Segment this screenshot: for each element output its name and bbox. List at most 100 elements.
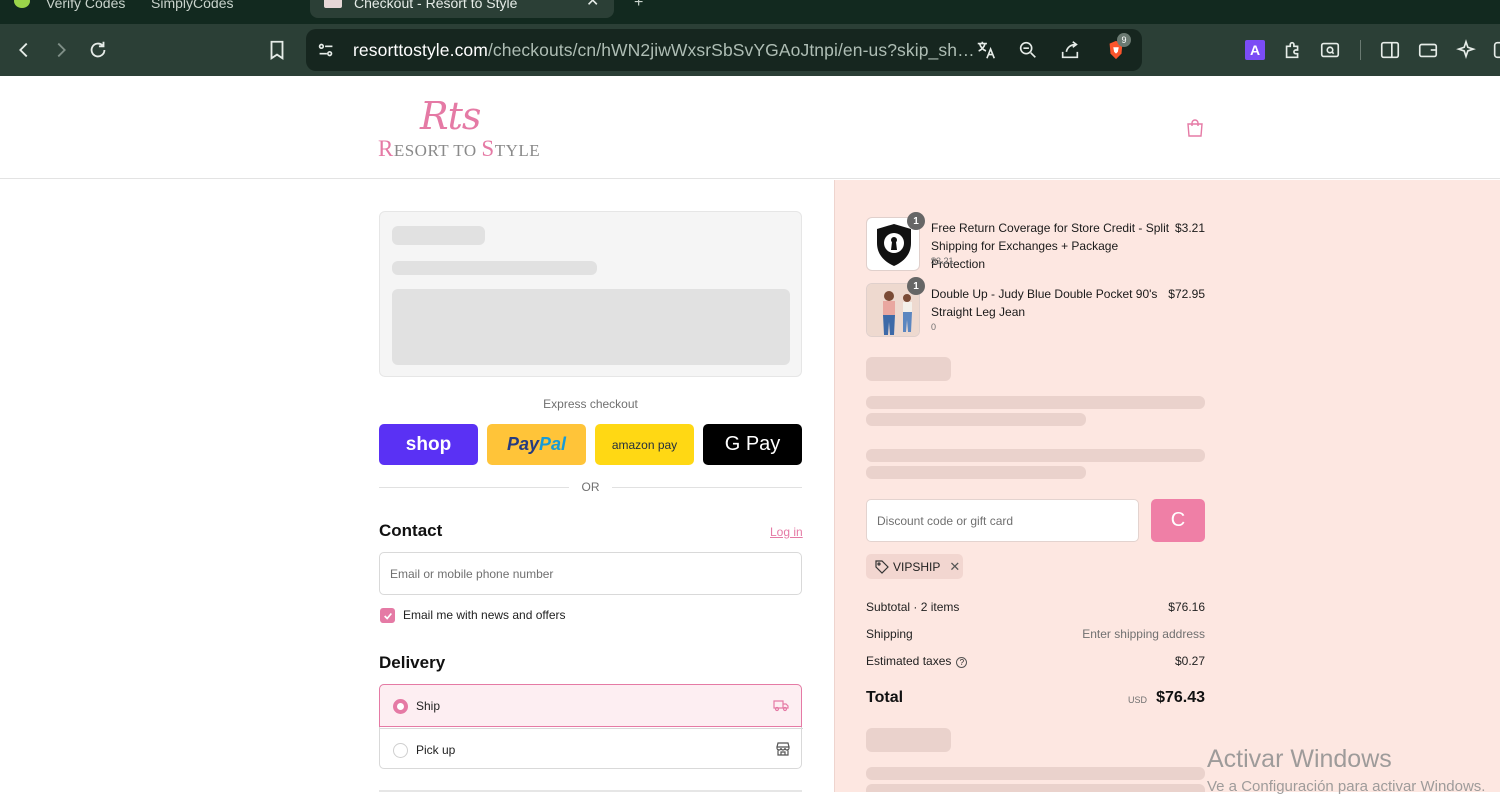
total-label: Total	[866, 689, 904, 706]
windows-activation-title: Activar Windows	[1207, 745, 1392, 773]
skeleton-bar	[866, 784, 1205, 792]
leo-ai-icon[interactable]	[1452, 36, 1480, 64]
forward-arrow-icon[interactable]	[47, 36, 75, 64]
store-icon	[775, 741, 791, 757]
extension-a-icon[interactable]: A	[1241, 36, 1269, 64]
shipping-value: Enter shipping address	[1082, 627, 1205, 641]
email-placeholder: Email or mobile phone number	[390, 566, 554, 581]
applied-code-chip: VIPSHIP ✕	[866, 554, 963, 579]
skeleton-bar	[866, 728, 951, 752]
discount-placeholder: Discount code or gift card	[877, 513, 1014, 528]
site-settings-icon[interactable]	[312, 36, 340, 64]
delivery-option-pickup[interactable]: Pick up	[380, 728, 803, 770]
logo-mark: Rts	[420, 94, 481, 138]
skeleton-bar	[866, 396, 1205, 409]
tab-checkout-active[interactable]: Checkout - Resort to Style ✕	[310, 0, 614, 18]
applied-code: VIPSHIP	[893, 559, 941, 574]
url-domain: resorttostyle.com	[353, 40, 488, 60]
sidebar-icon[interactable]	[1376, 36, 1404, 64]
loading-placeholder	[379, 211, 802, 377]
discount-code-input[interactable]: Discount code or gift card	[866, 499, 1139, 542]
item-variant: $3.21	[931, 256, 954, 266]
or-label: OR	[581, 480, 600, 494]
amazon-pay-label: amazon pay	[611, 437, 678, 452]
url-text: resorttostyle.com/checkouts/cn/hWN2jiwWx…	[353, 29, 975, 71]
delivery-options: Ship Pick up	[379, 684, 803, 770]
item-price: $3.21	[1174, 221, 1205, 235]
address-bar[interactable]: resorttostyle.com/checkouts/cn/hWN2jiwWx…	[306, 29, 1142, 71]
login-link[interactable]: Log in	[770, 525, 803, 539]
bookmark-icon[interactable]	[263, 36, 291, 64]
subtotal-value: $76.16	[1168, 600, 1205, 614]
express-checkout-label: Express checkout	[543, 397, 638, 411]
check-icon	[383, 612, 392, 620]
reader-icon[interactable]	[1316, 36, 1344, 64]
active-tab-title: Checkout - Resort to Style	[354, 0, 518, 11]
wallet-icon[interactable]	[1414, 36, 1442, 64]
share-icon[interactable]	[1056, 36, 1084, 64]
skeleton-bar	[866, 466, 1086, 479]
apply-discount-button[interactable]: C	[1151, 499, 1205, 542]
paypal-button[interactable]: Pay Pal	[487, 424, 586, 465]
reload-icon[interactable]	[84, 36, 112, 64]
extensions-puzzle-icon[interactable]	[1279, 36, 1307, 64]
help-icon[interactable]: ?	[956, 657, 968, 668]
verify-codes-tab-icon	[14, 0, 30, 8]
item-name: Double Up - Judy Blue Double Pocket 90's…	[931, 287, 1158, 319]
skeleton-bar	[392, 226, 485, 245]
skeleton-bar	[866, 767, 1205, 780]
qty-badge: 1	[907, 212, 925, 230]
ship-label: Ship	[416, 699, 441, 713]
tab-favicon	[324, 0, 342, 8]
brave-badge: 9	[1117, 33, 1131, 47]
zoom-icon[interactable]	[1014, 36, 1042, 64]
profile-icon[interactable]	[1488, 36, 1500, 64]
brave-shields-icon[interactable]: 9	[1102, 33, 1131, 64]
news-checkbox[interactable]	[380, 608, 395, 623]
new-tab-icon[interactable]: +	[634, 0, 643, 14]
total-currency: USD	[1128, 695, 1148, 705]
remove-code-icon[interactable]: ✕	[949, 559, 960, 575]
item-name: Free Return Coverage for Store Credit - …	[931, 221, 1170, 271]
qty-badge: 1	[907, 277, 925, 295]
item-variant: 0	[931, 322, 937, 332]
amazon-pay-button[interactable]: amazon pay	[595, 424, 694, 465]
loading-spinner-icon: C	[1170, 509, 1186, 531]
toolbar-separator	[1360, 40, 1361, 60]
extension-letter: A	[1245, 40, 1265, 60]
total-value: $76.43	[1156, 689, 1205, 706]
logo-wordmark: Resort to Style	[378, 136, 541, 161]
delivery-option-ship[interactable]: Ship	[379, 684, 802, 727]
paypal-label-2: Pal	[539, 434, 567, 454]
ship-radio[interactable]	[393, 699, 408, 714]
tab-simplycodes[interactable]: SimplyCodes	[151, 0, 233, 14]
browser-tab-bar: Verify Codes SimplyCodes Checkout - Reso…	[0, 0, 1500, 24]
tab-verify-codes[interactable]: Verify Codes	[46, 0, 125, 14]
windows-activation-subtitle: Ve a Configuración para activar Windows.	[1207, 778, 1486, 795]
email-field[interactable]: Email or mobile phone number	[379, 552, 802, 595]
truck-icon	[773, 697, 789, 713]
or-divider: OR	[379, 480, 802, 496]
skeleton-bar	[866, 413, 1086, 426]
back-arrow-icon[interactable]	[10, 36, 38, 64]
contact-heading: Contact	[379, 521, 443, 540]
shop-pay-label: shop	[405, 433, 452, 455]
site-header: Rts Resort to Style	[0, 76, 1500, 179]
item-price: $72.95	[1168, 287, 1205, 301]
delivery-heading: Delivery	[379, 653, 446, 672]
store-logo[interactable]: Rts Resort to Style	[378, 92, 560, 164]
paypal-label-1: Pay	[506, 434, 539, 454]
pickup-label: Pick up	[416, 743, 456, 757]
browser-toolbar: resorttostyle.com/checkouts/cn/hWN2jiwWx…	[0, 24, 1500, 76]
google-pay-button[interactable]: G Pay	[703, 424, 802, 465]
pickup-radio[interactable]	[393, 743, 408, 758]
skeleton-bar	[866, 357, 951, 381]
google-pay-label: G Pay	[724, 433, 781, 455]
news-checkbox-label[interactable]: Email me with news and offers	[403, 608, 566, 622]
shopping-bag-icon[interactable]	[1186, 118, 1204, 138]
translate-icon[interactable]	[972, 36, 1000, 64]
shipping-label: Shipping	[866, 627, 913, 641]
close-tab-icon[interactable]: ✕	[586, 0, 599, 13]
shop-pay-button[interactable]: shop	[379, 424, 478, 465]
skeleton-block	[392, 289, 790, 365]
